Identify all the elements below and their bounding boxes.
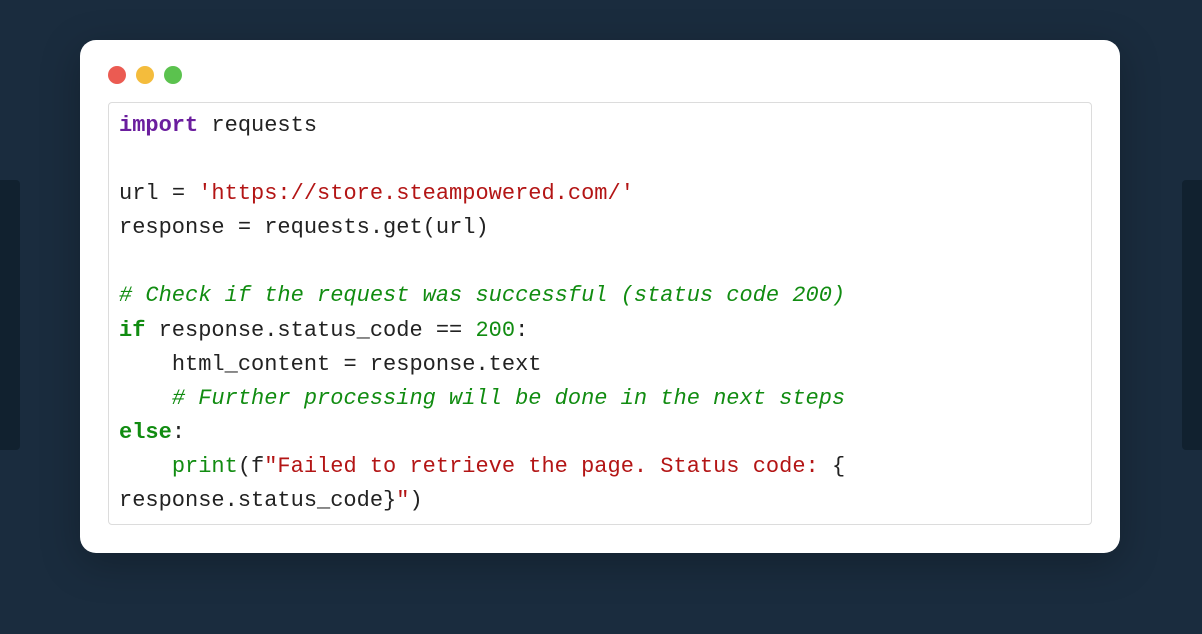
kw-import: import: [119, 113, 198, 138]
indent: [119, 454, 172, 479]
window-close-icon[interactable]: [108, 66, 126, 84]
paren-close: ): [409, 488, 422, 513]
bg-panel-left: [0, 180, 20, 450]
code-frame: import requests url = 'https://store.ste…: [108, 102, 1092, 525]
op-eq: =: [343, 352, 356, 377]
paren-open: (: [238, 454, 251, 479]
var-html-content: html_content: [172, 352, 344, 377]
var-url: url: [119, 181, 172, 206]
str-url: 'https://store.steampowered.com/': [198, 181, 634, 206]
colon: :: [515, 318, 528, 343]
op-eqeq: ==: [436, 318, 462, 343]
var-response: response: [119, 215, 238, 240]
fexpr-status-code: response.status_code: [119, 488, 383, 513]
if-cond: response.status_code: [145, 318, 435, 343]
indent: [119, 352, 172, 377]
num-200: 200: [475, 318, 515, 343]
op-eq: =: [172, 181, 185, 206]
call-requests-get: requests.get(url): [251, 215, 489, 240]
code-window: import requests url = 'https://store.ste…: [80, 40, 1120, 553]
kw-else: else: [119, 420, 172, 445]
window-minimize-icon[interactable]: [136, 66, 154, 84]
python-code-block[interactable]: import requests url = 'https://store.ste…: [119, 109, 1081, 518]
brace-open: {: [832, 454, 845, 479]
str-failed-a: "Failed to retrieve the page. Status cod…: [264, 454, 832, 479]
module-requests: requests: [198, 113, 317, 138]
response-text: response.text: [357, 352, 542, 377]
comment-further: # Further processing will be done in the…: [172, 386, 845, 411]
window-zoom-icon[interactable]: [164, 66, 182, 84]
sp: [185, 181, 198, 206]
fn-print: print: [172, 454, 238, 479]
window-traffic-lights: [108, 66, 1092, 84]
sp: [462, 318, 475, 343]
kw-if: if: [119, 318, 145, 343]
comment-check: # Check if the request was successful (s…: [119, 283, 845, 308]
fstring-prefix: f: [251, 454, 264, 479]
op-eq: =: [238, 215, 251, 240]
brace-close: }: [383, 488, 396, 513]
indent: [119, 386, 172, 411]
bg-panel-right: [1182, 180, 1202, 450]
str-failed-b: ": [396, 488, 409, 513]
colon: :: [172, 420, 185, 445]
